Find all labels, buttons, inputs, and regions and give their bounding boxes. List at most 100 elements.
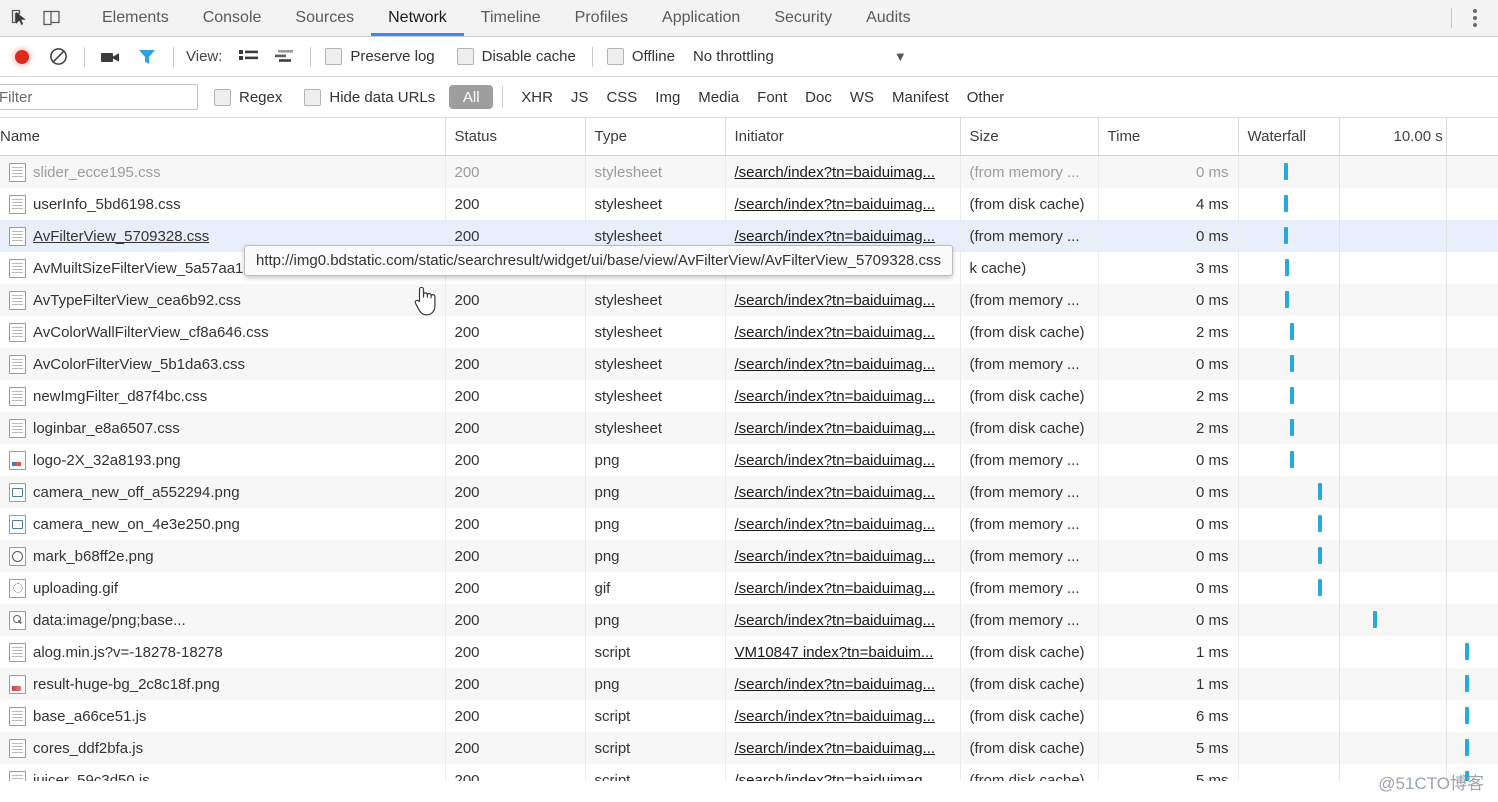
column-header-type[interactable]: Type bbox=[585, 118, 726, 156]
table-row[interactable]: uploading.gif 200 gif/search/index?tn=baid… bbox=[0, 572, 1498, 604]
tab-timeline[interactable]: Timeline bbox=[464, 0, 558, 36]
waterfall-view-icon[interactable] bbox=[266, 40, 302, 74]
hide-data-urls-checkbox[interactable]: Hide data URLs bbox=[304, 88, 435, 106]
initiator-link[interactable]: VM10847 index?tn=baiduim... bbox=[735, 644, 934, 661]
table-row[interactable]: userInfo_5bd6198.css 200 stylesheet/search… bbox=[0, 188, 1498, 220]
waterfall-bar[interactable] bbox=[1284, 259, 1289, 276]
cell-name[interactable]: logo-2X_32a8193.png bbox=[0, 444, 446, 476]
initiator-link[interactable]: /search/index?tn=baiduimag... bbox=[735, 292, 936, 309]
initiator-link[interactable]: /search/index?tn=baiduimag... bbox=[735, 356, 936, 373]
table-row[interactable]: data:image/png;base... 200 png/search/inde… bbox=[0, 604, 1498, 636]
initiator-link[interactable]: /search/index?tn=baiduimag... bbox=[735, 580, 936, 597]
chevron-down-icon[interactable]: ▼ bbox=[894, 49, 907, 64]
filter-type-img[interactable]: Img bbox=[646, 89, 689, 106]
filter-type-ws[interactable]: WS bbox=[841, 89, 883, 106]
throttling-select[interactable]: No throttling ▼ bbox=[693, 48, 907, 65]
disable-cache-checkbox[interactable]: Disable cache bbox=[456, 48, 576, 65]
tab-profiles[interactable]: Profiles bbox=[558, 0, 645, 36]
initiator-link[interactable]: /search/index?tn=baiduimag... bbox=[735, 196, 936, 213]
filter-type-font[interactable]: Font bbox=[748, 89, 796, 106]
tab-sources[interactable]: Sources bbox=[278, 0, 371, 36]
filter-type-js[interactable]: JS bbox=[562, 89, 598, 106]
initiator-link[interactable]: /search/index?tn=baiduimag... bbox=[735, 452, 936, 469]
regex-checkbox[interactable]: Regex bbox=[214, 88, 282, 106]
cell-name[interactable]: alog.min.js?v=-18278-18278 bbox=[0, 636, 446, 668]
cell-name[interactable]: uploading.gif bbox=[0, 572, 446, 604]
initiator-link[interactable]: /search/index?tn=baiduimag... bbox=[735, 612, 936, 629]
waterfall-bar[interactable] bbox=[1283, 195, 1288, 212]
filter-type-doc[interactable]: Doc bbox=[796, 89, 841, 106]
initiator-link[interactable]: /search/index?tn=baiduimag... bbox=[735, 484, 936, 501]
waterfall-bar[interactable] bbox=[1317, 579, 1322, 596]
waterfall-bar[interactable] bbox=[1464, 643, 1469, 660]
record-icon[interactable] bbox=[4, 40, 40, 74]
initiator-link[interactable]: /search/index?tn=baiduimag... bbox=[735, 708, 936, 725]
initiator-link[interactable]: /search/index?tn=baiduimag... bbox=[735, 324, 936, 341]
table-row[interactable]: AvTypeFilterView_cea6b92.css 200 styleshee… bbox=[0, 284, 1498, 316]
cell-name[interactable]: slider_ecce195.css bbox=[0, 155, 446, 188]
waterfall-bar[interactable] bbox=[1289, 387, 1294, 404]
more-options-icon[interactable] bbox=[1462, 3, 1488, 33]
waterfall-bar[interactable] bbox=[1372, 611, 1377, 628]
initiator-link[interactable]: /search/index?tn=baiduimag... bbox=[735, 740, 936, 757]
initiator-link[interactable]: /search/index?tn=baiduimag... bbox=[735, 772, 936, 782]
waterfall-bar[interactable] bbox=[1317, 515, 1322, 532]
cell-name[interactable]: newImgFilter_d87f4bc.css bbox=[0, 380, 446, 412]
initiator-link[interactable]: /search/index?tn=baiduimag... bbox=[735, 388, 936, 405]
cell-name[interactable]: AvTypeFilterView_cea6b92.css bbox=[0, 284, 446, 316]
waterfall-bar[interactable] bbox=[1317, 483, 1322, 500]
camera-icon[interactable] bbox=[93, 40, 129, 74]
table-row[interactable]: camera_new_off_a552294.png 200 png/search/… bbox=[0, 476, 1498, 508]
waterfall-bar[interactable] bbox=[1283, 227, 1288, 244]
column-header-name[interactable]: Name bbox=[0, 118, 446, 156]
tab-elements[interactable]: Elements bbox=[85, 0, 186, 36]
cell-name[interactable]: mark_b68ff2e.png bbox=[0, 540, 446, 572]
filter-funnel-icon[interactable] bbox=[129, 40, 165, 74]
column-header-status[interactable]: Status bbox=[445, 118, 586, 156]
table-row[interactable]: juicer_59c3d50.js 200 script/search/index?… bbox=[0, 764, 1498, 781]
list-view-icon[interactable] bbox=[230, 40, 266, 74]
tab-application[interactable]: Application bbox=[645, 0, 757, 36]
waterfall-bar[interactable] bbox=[1464, 675, 1469, 692]
cell-name[interactable]: userInfo_5bd6198.css bbox=[0, 188, 446, 220]
column-header-size[interactable]: Size bbox=[960, 118, 1099, 156]
filter-type-xhr[interactable]: XHR bbox=[512, 89, 562, 106]
cell-name[interactable]: data:image/png;base... bbox=[0, 604, 446, 636]
tab-security[interactable]: Security bbox=[757, 0, 849, 36]
cell-name[interactable]: AvColorWallFilterView_cf8a646.css bbox=[0, 316, 446, 348]
filter-type-manifest[interactable]: Manifest bbox=[883, 89, 958, 106]
table-row[interactable]: AvColorFilterView_5b1da63.css 200 styleshe… bbox=[0, 348, 1498, 380]
initiator-link[interactable]: /search/index?tn=baiduimag... bbox=[735, 164, 936, 181]
initiator-link[interactable]: /search/index?tn=baiduimag... bbox=[735, 516, 936, 533]
waterfall-bar[interactable] bbox=[1317, 547, 1322, 564]
cell-name[interactable]: AvColorFilterView_5b1da63.css bbox=[0, 348, 446, 380]
cell-name[interactable]: cores_ddf2bfa.js bbox=[0, 732, 446, 764]
filter-type-css[interactable]: CSS bbox=[597, 89, 646, 106]
waterfall-bar[interactable] bbox=[1283, 163, 1288, 180]
cell-name[interactable]: base_a66ce51.js bbox=[0, 700, 446, 732]
initiator-link[interactable]: /search/index?tn=baiduimag... bbox=[735, 676, 936, 693]
filter-type-other[interactable]: Other bbox=[958, 89, 1014, 106]
tab-network[interactable]: Network bbox=[371, 0, 464, 36]
table-row[interactable]: base_a66ce51.js 200 script/search/index?tn… bbox=[0, 700, 1498, 732]
waterfall-bar[interactable] bbox=[1289, 419, 1294, 436]
column-header-time[interactable]: Time bbox=[1098, 118, 1239, 156]
inspect-element-icon[interactable] bbox=[4, 3, 36, 33]
preserve-log-checkbox[interactable]: Preserve log bbox=[325, 48, 435, 65]
waterfall-bar[interactable] bbox=[1289, 323, 1294, 340]
table-row[interactable]: AvColorWallFilterView_cf8a646.css 200 styl… bbox=[0, 316, 1498, 348]
cell-name[interactable]: camera_new_on_4e3e250.png bbox=[0, 508, 446, 540]
column-header-waterfall[interactable]: Waterfall 10.00 s bbox=[1238, 118, 1498, 156]
waterfall-bar[interactable] bbox=[1289, 355, 1294, 372]
table-row[interactable]: camera_new_on_4e3e250.png 200 png/search/i… bbox=[0, 508, 1498, 540]
table-row[interactable]: loginbar_e8a6507.css 200 stylesheet/search… bbox=[0, 412, 1498, 444]
column-header-initiator[interactable]: Initiator bbox=[725, 118, 961, 156]
clear-icon[interactable] bbox=[40, 40, 76, 74]
cell-name[interactable]: camera_new_off_a552294.png bbox=[0, 476, 446, 508]
filter-type-media[interactable]: Media bbox=[689, 89, 748, 106]
table-row[interactable]: logo-2X_32a8193.png 200 png/search/index?t… bbox=[0, 444, 1498, 476]
initiator-link[interactable]: /search/index?tn=baiduimag... bbox=[735, 420, 936, 437]
table-row[interactable]: mark_b68ff2e.png 200 png/search/index?tn=b… bbox=[0, 540, 1498, 572]
filter-input[interactable] bbox=[0, 84, 198, 110]
tab-console[interactable]: Console bbox=[186, 0, 279, 36]
